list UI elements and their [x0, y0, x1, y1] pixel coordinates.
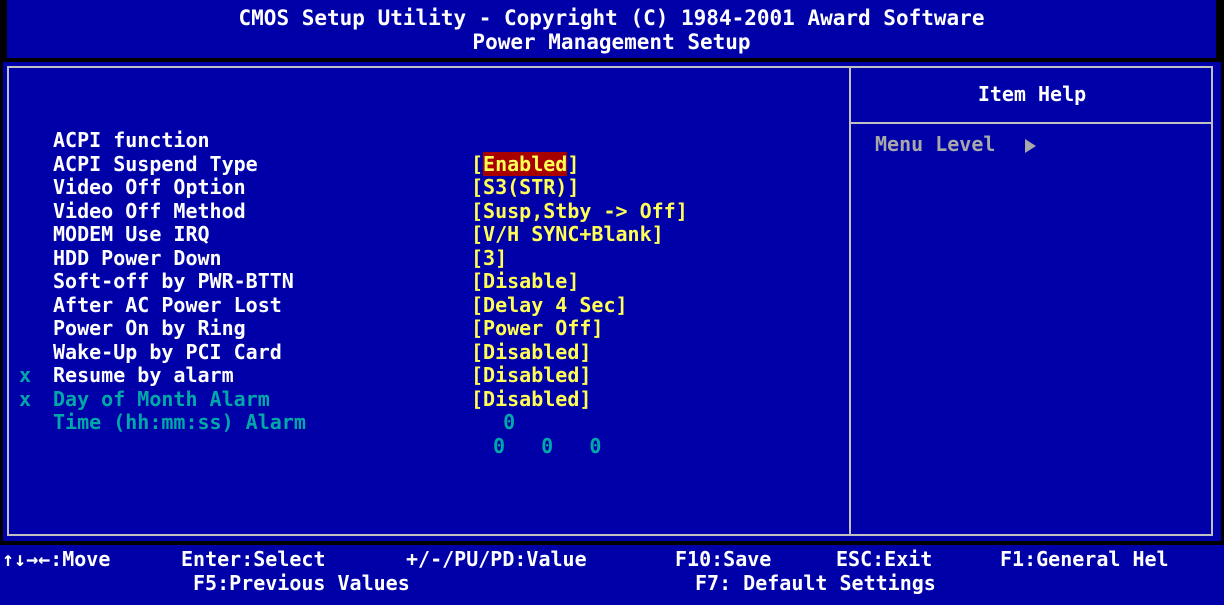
setting-value: 0 — [479, 410, 516, 434]
key-f1-help: F1:General Hel — [1000, 547, 1169, 571]
menu-level-label: Menu Level — [875, 132, 996, 156]
key-value: +/-/PU/PD:Value — [406, 547, 587, 571]
bios-screen: CMOS Setup Utility - Copyright (C) 1984-… — [0, 0, 1224, 605]
setting-row-acpi-suspend-type[interactable]: ACPI Suspend Type [S3(STR)] — [9, 106, 847, 199]
item-help-title: Item Help — [977, 82, 1087, 106]
main-frame: ACPI function [Enabled] ACPI Suspend Typ… — [7, 66, 1213, 536]
title-bar: CMOS Setup Utility - Copyright (C) 1984-… — [7, 0, 1216, 58]
setting-row-wake-up-by-pci-card[interactable]: Wake-Up by PCI Card [Disabled] — [9, 294, 847, 387]
setting-row-video-off-method[interactable]: Video Off Method [V/H SYNC+Blank] — [9, 153, 847, 246]
footer-keys: ↑↓→←:Move Enter:Select +/-/PU/PD:Value F… — [0, 545, 1224, 605]
setting-row-resume-by-alarm[interactable]: Resume by alarm [Disabled] — [9, 317, 847, 410]
disabled-marker: x — [19, 386, 32, 411]
page-title: Power Management Setup — [472, 30, 751, 54]
key-enter: Enter:Select — [181, 547, 326, 571]
setting-row-video-off-option[interactable]: Video Off Option [Susp,Stby -> Off] — [9, 129, 847, 222]
app-title: CMOS Setup Utility - Copyright (C) 1984-… — [238, 6, 985, 30]
key-move: ↑↓→←:Move — [2, 547, 111, 571]
setting-row-modem-use-irq[interactable]: MODEM Use IRQ [3] — [9, 176, 847, 269]
panel-divider — [849, 68, 851, 534]
setting-value: 0 0 0 — [493, 433, 602, 458]
menu-level: Menu Level — [875, 132, 1037, 156]
setting-row-power-on-by-ring[interactable]: Power On by Ring [Disabled] — [9, 270, 847, 363]
setting-row-time-alarm: x Time (hh:mm:ss) Alarm 0 0 0 — [9, 364, 847, 457]
key-f5-previous: F5:Previous Values — [193, 571, 410, 595]
setting-row-acpi-function[interactable]: ACPI function [Enabled] — [9, 82, 847, 176]
triangle-right-icon — [1025, 138, 1037, 153]
key-f7-defaults: F7: Default Settings — [695, 571, 936, 595]
help-separator — [851, 122, 1213, 124]
setting-row-after-ac-power-lost[interactable]: After AC Power Lost [Power Off] — [9, 247, 847, 340]
setting-row-hdd-power-down[interactable]: HDD Power Down [Disable] — [9, 200, 847, 293]
setting-label: Time (hh:mm:ss) Alarm — [53, 410, 306, 434]
setting-row-day-of-month-alarm: x Day of Month Alarm 0 — [9, 341, 847, 433]
key-f10-save: F10:Save — [675, 547, 772, 571]
setting-value[interactable]: [Disabled] — [471, 387, 591, 412]
main-panel: ACPI function [Enabled] ACPI Suspend Typ… — [3, 62, 1221, 541]
key-esc-exit: ESC:Exit — [836, 547, 933, 571]
setting-row-soft-off-by-pwr-bttn[interactable]: Soft-off by PWR-BTTN [Delay 4 Sec] — [9, 223, 847, 316]
settings-list: ACPI function [Enabled] ACPI Suspend Typ… — [9, 82, 847, 457]
